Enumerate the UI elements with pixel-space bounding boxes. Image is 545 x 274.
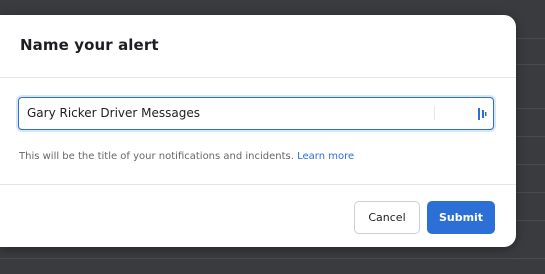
background-divider [0, 258, 545, 259]
background-divider [515, 220, 545, 221]
background-divider [515, 108, 545, 109]
name-alert-dialog: Name your alert This will be the title o… [0, 15, 516, 247]
alert-name-field[interactable] [18, 97, 494, 130]
submit-button[interactable]: Submit [427, 201, 495, 234]
dialog-title: Name your alert [20, 36, 159, 54]
input-divider [434, 106, 435, 120]
dialog-header: Name your alert [0, 15, 516, 78]
background-divider [515, 38, 545, 39]
background-divider [515, 164, 545, 165]
background-divider [515, 192, 545, 193]
alert-name-input[interactable] [27, 98, 437, 128]
helper-text: This will be the title of your notificat… [19, 151, 298, 162]
helper-text-row: This will be the title of your notificat… [19, 151, 354, 162]
dialog-footer: Cancel Submit [0, 184, 516, 248]
background-divider [515, 64, 545, 65]
learn-more-link[interactable]: Learn more [297, 151, 354, 162]
background-divider [515, 136, 545, 137]
cancel-button[interactable]: Cancel [354, 201, 420, 234]
text-format-icon[interactable] [477, 106, 487, 120]
